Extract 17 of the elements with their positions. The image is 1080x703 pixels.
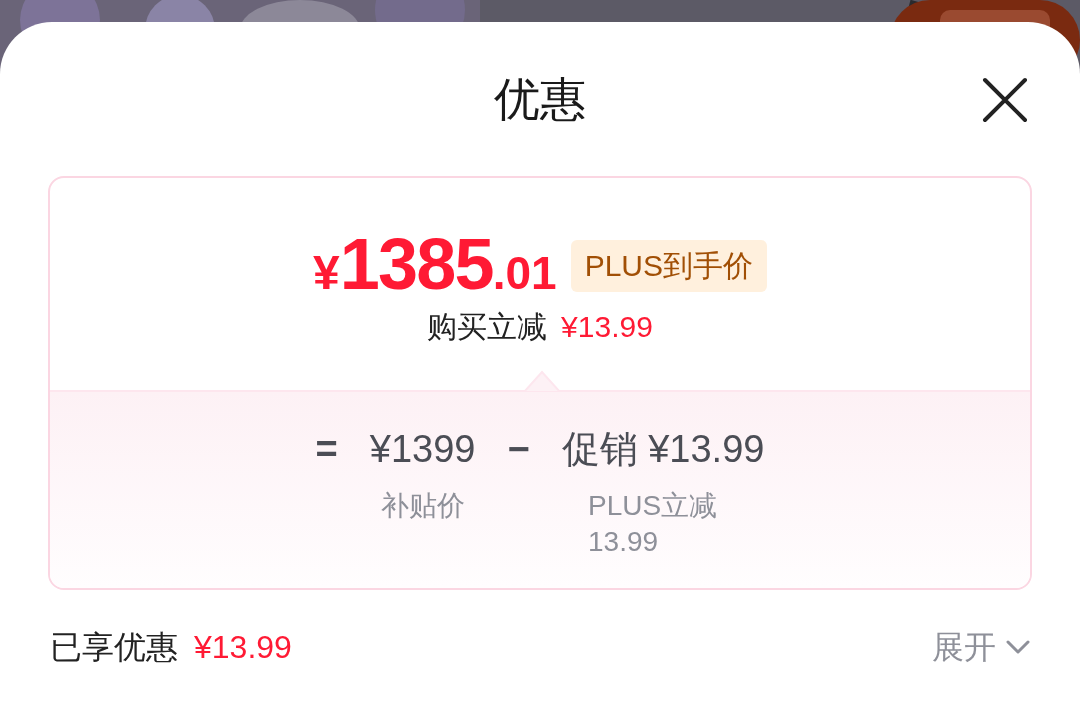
savings-amount: ¥13.99 xyxy=(194,630,292,663)
expand-button[interactable]: 展开 xyxy=(932,630,1030,663)
term-caption: 补贴价 xyxy=(380,489,465,524)
discount-amount: ¥13.99 xyxy=(561,312,653,343)
discount-label: 购买立减 xyxy=(427,312,548,343)
savings-label: 已享优惠 xyxy=(50,630,178,663)
operator-sign: = xyxy=(315,427,338,473)
sheet-title: 优惠 xyxy=(494,76,586,123)
price-badge: PLUS到手价 xyxy=(570,240,767,293)
close-icon xyxy=(982,77,1028,123)
chevron-icon xyxy=(1006,639,1030,654)
price-term: 促销 ¥13.99 xyxy=(561,427,765,473)
term-caption: PLUS立减13.99 xyxy=(588,489,719,560)
operator-sign: − xyxy=(507,427,530,473)
price-term: ¥1399 xyxy=(369,427,476,473)
final-price: ¥1385.01 xyxy=(313,228,557,301)
close-button[interactable] xyxy=(980,75,1030,125)
